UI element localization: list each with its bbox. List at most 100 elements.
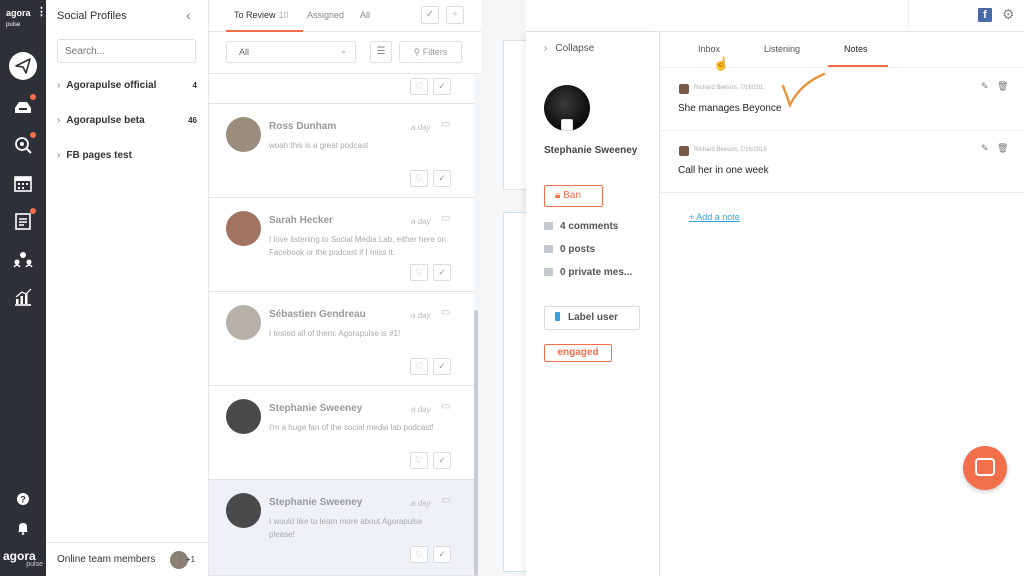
archive-button[interactable]: ▫ <box>446 6 464 24</box>
listening-icon[interactable] <box>8 130 38 160</box>
divider <box>908 0 909 32</box>
filter-icon: ⚲ <box>413 47 423 57</box>
tab-to-review[interactable]: To Review 10 <box>234 10 289 20</box>
help-icon[interactable]: ? <box>8 484 38 514</box>
post-icon <box>544 245 553 253</box>
like-icon[interactable]: ♡ <box>410 170 428 187</box>
calendar-icon[interactable] <box>8 168 38 198</box>
annotation-checkmark-icon <box>781 72 826 108</box>
list-item[interactable]: Stephanie Sweeney a day ▭ I'm a huge fan… <box>209 386 474 480</box>
listening-badge <box>30 132 36 138</box>
inbox-icon[interactable] <box>8 92 38 122</box>
chat-launcher-button[interactable] <box>963 446 1007 490</box>
like-icon[interactable]: ♡ <box>410 358 428 375</box>
profile-count: 4 <box>192 81 197 90</box>
tab-listening[interactable]: Listening <box>764 44 800 54</box>
label-user-button[interactable]: Label user <box>544 306 640 330</box>
profiles-search-input[interactable] <box>57 39 196 63</box>
collapse-left-icon[interactable]: ‹ <box>186 7 191 23</box>
trash-icon[interactable]: 🗑︎ <box>997 143 1008 154</box>
profile-count: 46 <box>188 116 197 125</box>
notifications-icon[interactable] <box>8 513 38 543</box>
filters-label: Filters <box>422 47 448 57</box>
comment-icon: ▭ <box>441 495 451 506</box>
list-item[interactable]: ♡ ✓ <box>209 74 474 104</box>
nav-rail: agora pulse ⋮ ? agora pulse <box>0 0 47 576</box>
reports-list-icon[interactable] <box>8 206 38 236</box>
like-icon[interactable]: ♡ <box>410 78 428 95</box>
user-tag[interactable]: engaged <box>544 344 612 362</box>
user-name: Stephanie Sweeney <box>544 145 638 156</box>
note-body: Call her in one week <box>678 165 769 176</box>
list-item[interactable]: Ross Dunham a day ▭ woah this is a great… <box>209 104 474 198</box>
inbox-badge <box>30 94 36 100</box>
message-icon <box>544 268 553 276</box>
avatar <box>226 399 261 434</box>
filter-select[interactable]: All ⌄ <box>226 41 356 63</box>
avatar <box>226 211 261 246</box>
check-all-button[interactable]: ✓ <box>421 6 439 24</box>
chevron-right-icon: › <box>544 43 548 54</box>
svg-text:?: ? <box>20 495 26 505</box>
facebook-icon[interactable]: f <box>978 8 992 22</box>
logo-text: agora <box>6 8 31 18</box>
edit-icon[interactable]: ✎ <box>981 143 989 154</box>
profile-item-agorapulse-official[interactable]: › Agorapulse official 4 <box>57 80 197 91</box>
profile-item-agorapulse-beta[interactable]: › Agorapulse beta 46 <box>57 115 197 126</box>
like-icon[interactable]: ♡ <box>410 452 428 469</box>
add-note-link[interactable]: + Add a note <box>689 212 740 222</box>
user-avatar <box>544 85 590 131</box>
label-user-text: Label user <box>568 312 619 323</box>
check-icon[interactable]: ✓ <box>433 78 451 95</box>
filters-button[interactable]: ⚲ Filters <box>399 41 462 63</box>
list-view-icon[interactable]: ☰ <box>370 41 392 63</box>
message-author: Ross Dunham <box>269 121 337 132</box>
notes-panel: Inbox Listening Notes Richard Beeson, 7/… <box>660 32 1024 576</box>
check-icon[interactable]: ✓ <box>433 264 451 281</box>
filter-bar: All ⌄ ☰ ⚲ Filters <box>209 32 481 74</box>
ban-button[interactable]: 🔒︎ Ban <box>544 185 603 207</box>
check-icon[interactable]: ✓ <box>433 546 451 563</box>
comment-icon: ▭ <box>441 401 451 412</box>
list-item-selected[interactable]: Stephanie Sweeney a day ▭ I would like t… <box>209 480 474 576</box>
team-extra-count: +1 <box>186 555 196 564</box>
message-time: a day <box>411 217 431 226</box>
publish-icon[interactable] <box>9 52 37 80</box>
message-author: Sarah Hecker <box>269 215 333 226</box>
scrollbar[interactable] <box>474 310 478 576</box>
message-text: I love listening to Social Media Lab, ei… <box>269 235 446 257</box>
edit-icon[interactable]: ✎ <box>981 81 989 92</box>
message-time: a day <box>411 499 431 508</box>
list-item[interactable]: Sarah Hecker a day ▭ I love listening to… <box>209 198 474 292</box>
check-icon[interactable]: ✓ <box>433 358 451 375</box>
like-icon[interactable]: ♡ <box>410 546 428 563</box>
tab-inbox[interactable]: Inbox <box>698 44 720 54</box>
like-icon[interactable]: ♡ <box>410 264 428 281</box>
note-meta: Richard Beeson, 7/16/201 <box>694 85 764 91</box>
message-text: woah this is a great podcast <box>269 141 369 150</box>
avatar <box>226 305 261 340</box>
tab-assigned[interactable]: Assigned <box>307 10 344 20</box>
comment-icon <box>544 222 553 230</box>
online-team-footer: Online team members +1 <box>46 542 208 576</box>
tab-label: Assigned <box>307 10 345 20</box>
check-icon[interactable]: ✓ <box>433 452 451 469</box>
tab-count: 10 <box>278 10 289 20</box>
team-icon[interactable] <box>8 244 38 274</box>
check-icon[interactable]: ✓ <box>433 170 451 187</box>
analytics-icon[interactable] <box>8 282 38 312</box>
stat-comments: 4 comments <box>544 221 618 232</box>
conversation-area <box>481 0 533 576</box>
collapse-button[interactable]: › Collapse <box>544 43 594 54</box>
app-logo[interactable]: agora pulse ⋮ <box>6 7 47 32</box>
trash-icon[interactable]: 🗑︎ <box>997 81 1008 92</box>
label-icon <box>555 312 560 321</box>
gear-icon[interactable]: ⚙ <box>1002 6 1015 23</box>
tab-notes[interactable]: Notes <box>844 44 868 54</box>
message-author: Stephanie Sweeney <box>269 497 363 508</box>
note-item: Richard Beeson, 7/16/201 She manages Bey… <box>660 69 1024 131</box>
list-item[interactable]: Sébastien Gendreau a day ▭ I tested all … <box>209 292 474 386</box>
profile-label: FB pages test <box>66 150 132 161</box>
profile-item-fb-pages-test[interactable]: › FB pages test <box>57 150 197 161</box>
tab-all[interactable]: All <box>360 10 370 20</box>
